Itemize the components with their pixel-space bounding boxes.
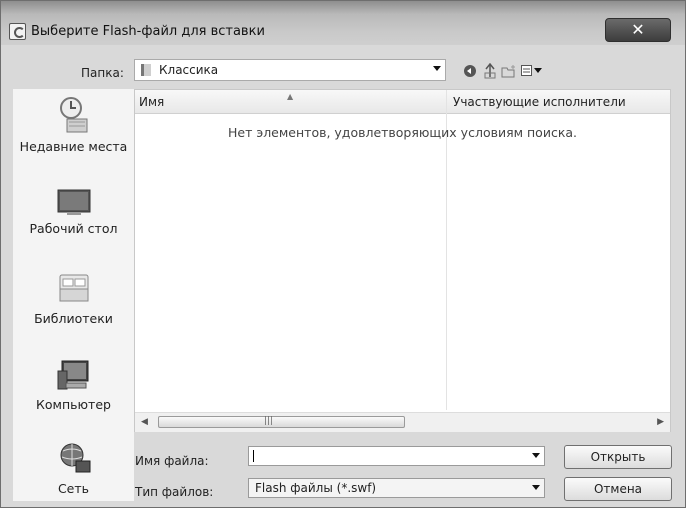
horizontal-scrollbar[interactable]: ◀ ||| ▶ (135, 412, 670, 432)
chevron-down-icon[interactable] (433, 66, 441, 71)
recent-places-icon (59, 97, 87, 133)
places-bar: Недавние места Рабочий стол Библиотеки К… (13, 89, 134, 501)
sort-ascending-icon: ▲ (287, 92, 294, 101)
filename-label: Имя файла: (135, 454, 209, 468)
scrollbar-thumb[interactable]: ||| (158, 416, 405, 428)
view-menu-icon[interactable] (521, 65, 543, 77)
libraries-icon (59, 274, 88, 302)
place-label-libraries: Библиотеки (34, 311, 113, 326)
place-network[interactable]: Сеть (13, 441, 134, 496)
close-button[interactable]: ✕ (605, 18, 671, 42)
filetype-select[interactable]: Flash файлы (*.swf) (248, 478, 545, 498)
place-label-computer: Компьютер (36, 397, 111, 412)
column-header-artists[interactable]: Участвующие исполнители (453, 95, 626, 109)
place-recent[interactable]: Недавние места (13, 95, 134, 154)
window-title: Выберите Flash-файл для вставки (31, 24, 265, 39)
open-button[interactable]: Открыть (564, 445, 672, 469)
folder-value: Классика (159, 63, 219, 77)
computer-icon (57, 360, 88, 390)
filetype-value: Flash файлы (*.swf) (255, 481, 377, 495)
place-libraries[interactable]: Библиотеки (13, 271, 134, 326)
file-open-dialog: Выберите Flash-файл для вставки ✕ Папка:… (0, 0, 686, 508)
back-icon[interactable] (463, 64, 477, 78)
text-caret (253, 450, 254, 462)
folder-label: Папка: (81, 66, 124, 80)
place-desktop[interactable]: Рабочий стол (13, 189, 134, 236)
dreamweaver-app-icon (9, 23, 26, 40)
new-folder-icon[interactable] (501, 64, 517, 78)
place-label-recent: Недавние места (19, 139, 128, 154)
place-label-network: Сеть (57, 481, 90, 496)
place-label-desktop: Рабочий стол (29, 221, 118, 236)
network-icon (60, 443, 90, 473)
empty-list-message: Нет элементов, удовлетворяющих условиям … (227, 125, 578, 140)
filename-input[interactable] (248, 446, 545, 466)
folder-dropdown[interactable]: Классика (134, 59, 446, 81)
column-header-name[interactable]: Имя (139, 95, 164, 109)
filetype-label: Тип файлов: (135, 485, 214, 499)
folder-icon (141, 64, 151, 76)
scroll-right-icon[interactable]: ▶ (657, 417, 664, 427)
file-list[interactable]: Имя ▲ Участвующие исполнители Нет элемен… (134, 89, 671, 432)
close-icon: ✕ (631, 20, 645, 39)
filename-history-chevron-icon[interactable] (532, 453, 540, 458)
desktop-icon (57, 189, 90, 215)
scroll-left-icon[interactable]: ◀ (141, 417, 148, 427)
place-computer[interactable]: Компьютер (13, 359, 134, 412)
cancel-button[interactable]: Отмена (564, 477, 672, 501)
list-header: Имя ▲ Участвующие исполнители (135, 90, 670, 114)
title-bar[interactable]: Выберите Flash-файл для вставки ✕ (1, 1, 685, 45)
grip-icon: ||| (264, 416, 274, 426)
up-folder-icon[interactable] (483, 63, 497, 79)
filetype-chevron-icon[interactable] (532, 485, 540, 490)
